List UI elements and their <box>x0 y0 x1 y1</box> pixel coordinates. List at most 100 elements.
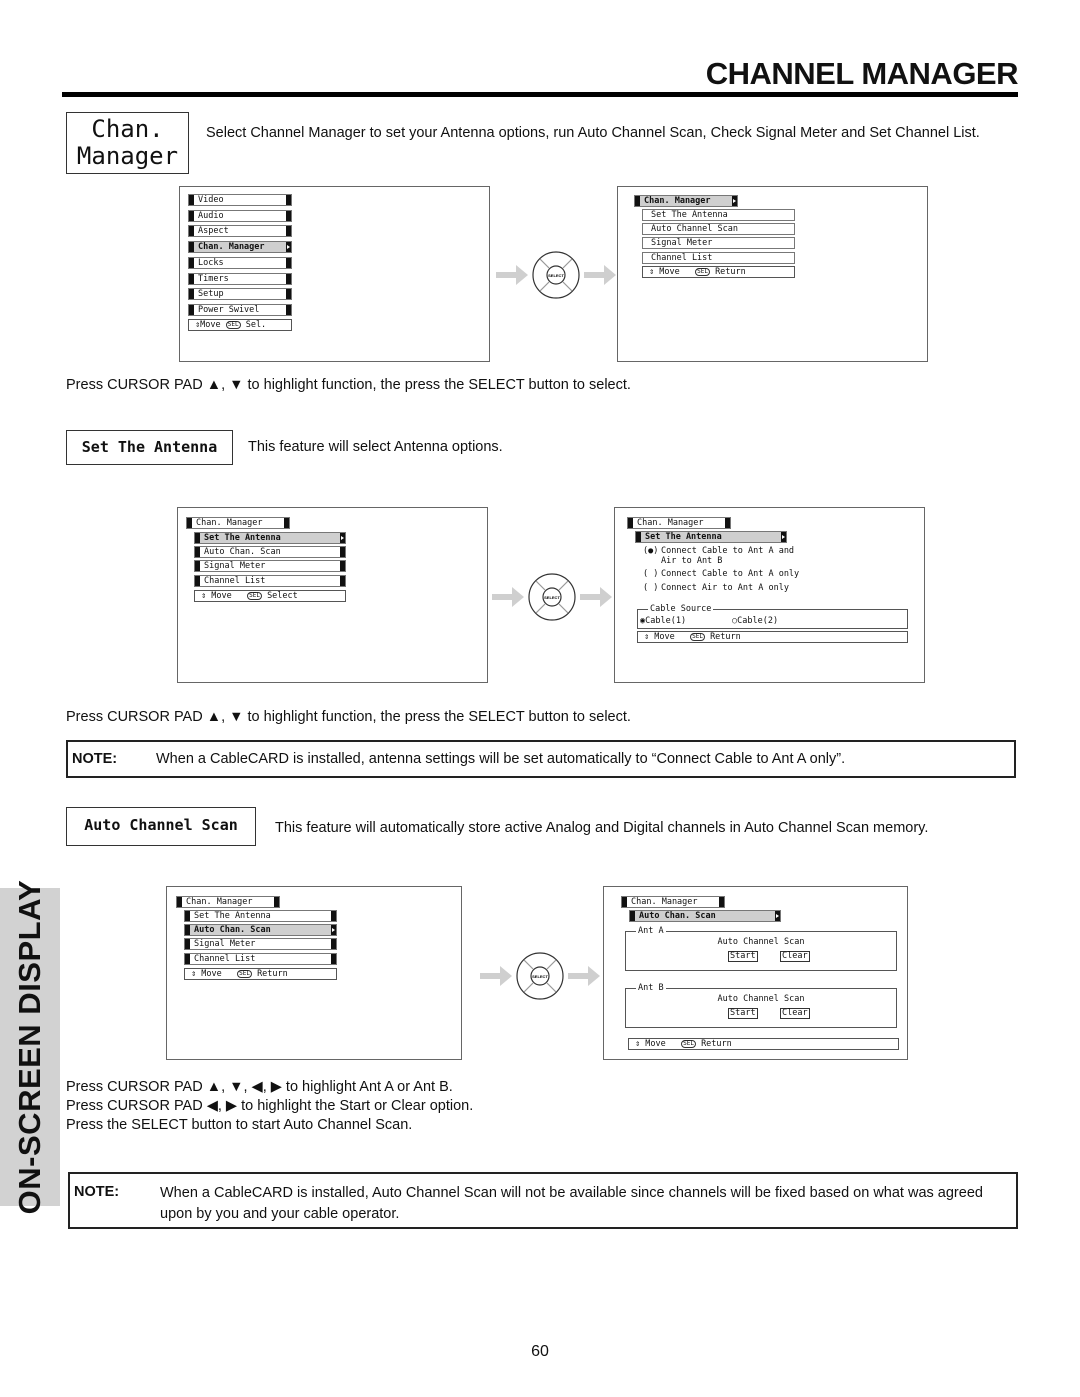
clear-button[interactable]: Clear <box>780 951 810 962</box>
tv-screen-auto-scan-options: Chan. Manager Auto Chan. Scan Ant A Auto … <box>603 886 908 1060</box>
menu-item-label: Set The Antenna <box>651 210 728 220</box>
menu-item-auto-chan-scan[interactable]: Auto Chan. Scan <box>184 924 337 937</box>
submenu-arrow-icon <box>775 911 780 921</box>
set-antenna-label: Set The Antenna <box>66 430 233 465</box>
menu-item-channel-list[interactable]: Channel List <box>642 251 795 264</box>
arrow-right-icon <box>584 265 616 285</box>
auto-channel-scan-label: Auto Channel Scan <box>66 807 256 846</box>
menu-item-setup[interactable]: Setup <box>188 288 292 301</box>
menu-cap-icon <box>286 289 291 300</box>
cable-source-group: Cable Source ◉Cable(1) ○Cable(2) <box>637 604 908 629</box>
select-flow-3: SELECT <box>478 941 602 1011</box>
menu-item-auto-channel-scan[interactable]: Auto Channel Scan <box>642 223 795 236</box>
select-label: SELECT <box>548 273 564 278</box>
tv-screen-set-antenna-options: Chan. Manager Set The Antenna (●) Connect… <box>614 507 925 683</box>
note-cablecard-antenna: NOTE: When a CableCARD is installed, ant… <box>66 740 1016 778</box>
footer-bar: ⇕Move SEL Sel. <box>188 319 292 331</box>
sel-badge-icon: SEL <box>681 1040 696 1048</box>
submenu-arrow-icon <box>331 925 336 936</box>
note-label: NOTE: <box>74 1184 120 1200</box>
instruction-line: Press the SELECT button to start Auto Ch… <box>66 1117 413 1133</box>
menu-item-label: Channel List <box>194 953 256 964</box>
menu-item-label: Video <box>198 195 224 205</box>
menu-item-channel-list[interactable]: Channel List <box>184 952 337 965</box>
arrow-right-icon <box>496 265 528 285</box>
menu-item-label: Audio <box>198 210 224 221</box>
menu-cap-icon <box>340 561 345 572</box>
chan-manager-label-line1: Chan. <box>91 115 164 143</box>
menu-item-label: Signal Meter <box>651 238 713 249</box>
menu-item-auto-chan-scan[interactable]: Auto Chan. Scan <box>194 546 346 559</box>
menu-item-locks[interactable]: Locks <box>188 256 292 269</box>
start-button[interactable]: Start <box>728 1008 758 1019</box>
menu-item-aspect[interactable]: Aspect <box>188 225 292 238</box>
menu-item-signal-meter[interactable]: Signal Meter <box>642 237 795 250</box>
menu-item-set-the-antenna[interactable]: Set The Antenna <box>642 209 795 221</box>
menu-cap-icon <box>286 226 291 237</box>
antenna-option-1[interactable]: (●) Connect Cable to Ant A and Air to Ant … <box>643 546 794 566</box>
sel-badge-icon: SEL <box>225 321 241 329</box>
start-button[interactable]: Start <box>728 951 758 962</box>
cable-source-legend: Cable Source <box>648 604 714 614</box>
move-arrows-icon: ⇕ <box>201 591 207 601</box>
page-number: 60 <box>531 1343 549 1360</box>
menu-item-set-the-antenna[interactable]: Set The Antenna <box>184 910 337 922</box>
radio-cable-1[interactable]: ◉Cable(1) <box>640 616 686 626</box>
menu-item-chan-manager[interactable]: Chan. Manager <box>188 241 292 254</box>
option-label: Connect Air to Ant A only <box>661 583 789 593</box>
menu-cap-icon <box>286 257 291 268</box>
menu-header-chan-manager: Chan. Manager <box>627 517 731 529</box>
note-cablecard-scan: NOTE: When a CableCARD is installed, Aut… <box>68 1172 1018 1229</box>
menu-item-audio[interactable]: Audio <box>188 209 292 222</box>
menu-item-set-the-antenna[interactable]: Set The Antenna <box>194 532 346 544</box>
remote-select-diagram: SELECT <box>480 952 600 1000</box>
select-label: SELECT <box>544 595 560 600</box>
footer-action: Sel. <box>245 320 267 330</box>
footer-bar: ⇕ Move SEL Return <box>184 968 337 980</box>
menu-item-timers[interactable]: Timers <box>188 272 292 285</box>
sel-badge-icon: SEL <box>247 592 262 600</box>
select-label: SELECT <box>532 974 548 979</box>
clear-button[interactable]: Clear <box>780 1008 810 1019</box>
footer-move: Move <box>200 320 221 330</box>
menu-item-label: Locks <box>198 257 224 268</box>
menu-item-label: Channel List <box>651 252 713 263</box>
menu-item-signal-meter[interactable]: Signal Meter <box>184 938 337 951</box>
tv-screen-chan-manager: Chan. Manager Set The Antenna Auto Channe… <box>617 186 928 362</box>
menu-item-label: Timers <box>198 273 229 284</box>
remote-select-diagram: SELECT <box>492 573 612 621</box>
option-label: Connect Cable to Ant A only <box>661 569 800 579</box>
menu-item-label: Set The Antenna <box>204 533 281 543</box>
menu-header-chan-manager: Chan. Manager <box>621 896 725 908</box>
menu-item-signal-meter[interactable]: Signal Meter <box>194 560 346 573</box>
menu-item-label: Aspect <box>198 226 229 237</box>
menu-cap-icon <box>340 547 345 558</box>
sel-badge-icon: SEL <box>237 970 252 978</box>
menu-cap-icon <box>286 304 291 315</box>
instruction-line: Press CURSOR PAD ▲, ▼, ◀, ▶ to highlight… <box>66 1079 453 1095</box>
option-label: Connect Cable to Ant A and <box>661 546 795 556</box>
move-arrows-icon: ⇕ <box>635 1039 641 1049</box>
group-title: Auto Channel Scan <box>717 937 805 947</box>
move-arrows-icon: ⇕ <box>649 267 655 277</box>
arrow-right-icon <box>480 966 512 986</box>
move-arrows-icon: ⇕ <box>644 632 650 642</box>
menu-item-label: Chan. Manager <box>198 242 265 253</box>
menu-item-channel-list[interactable]: Channel List <box>194 574 346 587</box>
menu-item-label: Auto Channel Scan <box>651 224 738 235</box>
menu-item-video[interactable]: Video <box>188 194 292 206</box>
antenna-option-3[interactable]: ( ) Connect Air to Ant A only <box>643 583 789 593</box>
menu-item-power-swivel[interactable]: Power Swivel <box>188 303 292 316</box>
instruction-line: Press CURSOR PAD ◀, ▶ to highlight the S… <box>66 1098 474 1114</box>
footer-bar: ⇕ Move SEL Return <box>637 631 908 643</box>
antenna-option-2[interactable]: ( ) Connect Cable to Ant A only <box>643 569 799 579</box>
tv-screen-auto-scan-select: Chan. Manager Set The Antenna Auto Chan. … <box>166 886 462 1060</box>
menu-cap-icon <box>286 210 291 221</box>
menu-item-label: Signal Meter <box>194 939 256 950</box>
submenu-arrow-icon <box>340 533 345 543</box>
menu-item-label: Channel List <box>204 575 266 586</box>
radio-cable-2[interactable]: ○Cable(2) <box>732 616 778 626</box>
menu-header-chan-manager: Chan. Manager <box>186 517 290 529</box>
footer-bar: ⇕ Move SEL Return <box>628 1038 899 1050</box>
submenu-arrow-icon <box>732 196 737 206</box>
